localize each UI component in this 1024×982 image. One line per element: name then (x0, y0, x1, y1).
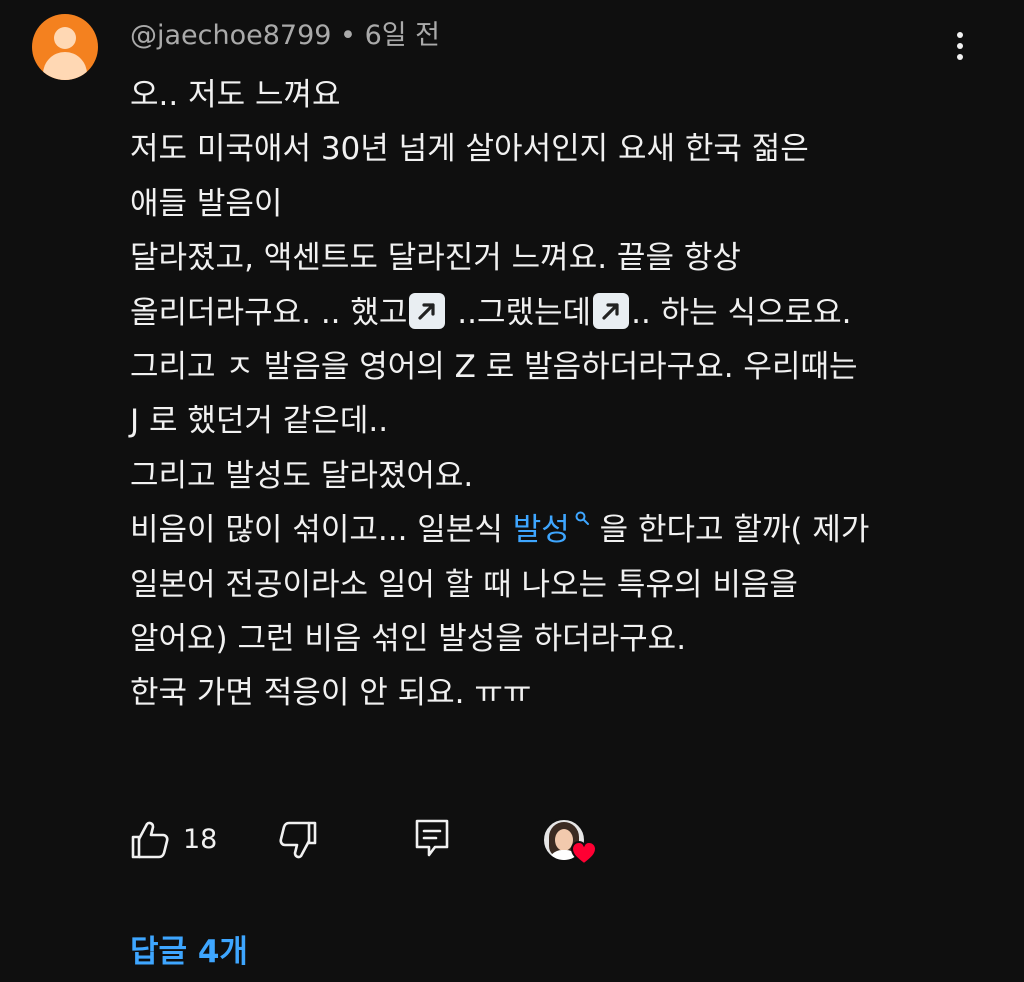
comment-author[interactable]: @jaechoe8799 (130, 20, 331, 51)
comment-line-segment: 올리더라구요. .. 했고 (130, 294, 408, 331)
comment-actions: 18 (0, 808, 1024, 868)
creator-heart-badge[interactable] (540, 816, 600, 866)
thumbs-down-icon[interactable] (276, 818, 320, 862)
view-replies-button[interactable]: 답글 4개 (130, 930, 248, 974)
more-options-icon[interactable] (940, 22, 980, 70)
comment-line: 애들 발음이 (130, 185, 283, 222)
thumbs-up-icon[interactable] (128, 818, 172, 862)
comment-text: 오.. 저도 느껴요 저도 미국애서 30년 넘게 살아서인지 요새 한국 젊은… (130, 68, 990, 721)
comment-line: 달라졌고, 액센트도 달라진거 느껴요. 끝을 항상 (130, 240, 741, 277)
comment-line-segment: .. 하는 식으로요. (631, 294, 852, 331)
commenter-avatar[interactable] (32, 14, 98, 80)
avatar-head-shape (54, 27, 76, 49)
comment-line: 알어요) 그런 비음 섞인 발성을 하더라구요. (130, 621, 687, 658)
comment-line: 한국 가면 적응이 안 되요. ㅠㅠ (130, 675, 532, 712)
comment-line: J 로 했던거 같은데.. (130, 403, 389, 440)
search-term-label: 발성 (512, 512, 570, 549)
comment-line-segment: 비음이 많이 섞이고... 일본식 (130, 512, 513, 549)
meta-separator: • (331, 20, 365, 51)
comment-line: 저도 미국애서 30년 넘게 살아서인지 요새 한국 젊은 (130, 131, 809, 168)
up-right-arrow-emoji-icon (409, 292, 446, 329)
comment-line: 오.. 저도 느껴요 (130, 77, 341, 113)
comment-meta: @jaechoe8799 • 6일 전 (130, 16, 440, 56)
more-dot (957, 43, 963, 49)
comment-line-segment: 을 한다고 할까( 제가 (589, 512, 870, 549)
more-dot (957, 54, 963, 60)
search-icon (575, 511, 589, 526)
avatar-body-shape (43, 52, 87, 80)
up-right-arrow-emoji-icon (593, 292, 630, 329)
search-term-link[interactable]: 발성 (512, 511, 590, 549)
more-dot (957, 32, 963, 38)
comment-line-segment: ..그랬는데 (447, 294, 592, 331)
comment-line: 그리고 발성도 달라졌어요. (130, 457, 474, 494)
like-count: 18 (183, 824, 218, 855)
comment-icon[interactable] (410, 816, 454, 860)
comment-line: 일본어 전공이라소 일어 할 때 나오는 특유의 비음을 (130, 566, 798, 603)
comment-time: 6일 전 (364, 20, 441, 51)
comment-line: 그리고 ㅈ 발음을 영어의 Z 로 발음하더라구요. 우리때는 (130, 349, 858, 386)
heart-icon (570, 840, 598, 866)
comment-line: 비음이 많이 섞이고... 일본식 발성 을 한다고 할까( 제가 (130, 503, 990, 557)
comment-line: 올리더라구요. .. 했고 ..그랬는데 .. 하는 식으로요. (130, 286, 990, 340)
